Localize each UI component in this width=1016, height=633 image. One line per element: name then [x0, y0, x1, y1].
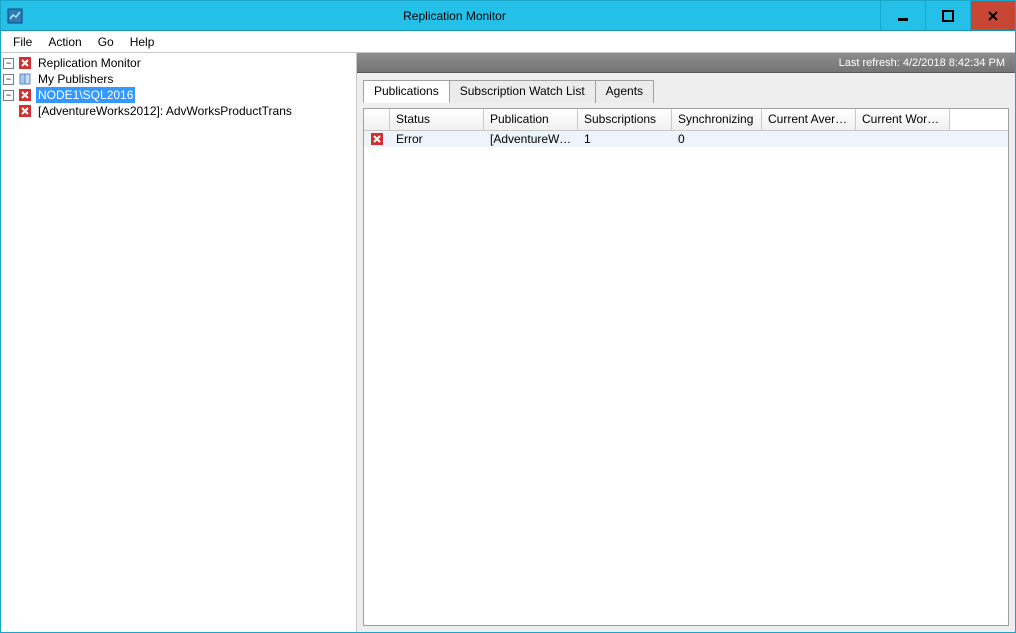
close-button[interactable]: [970, 1, 1015, 30]
tree-node-publication[interactable]: [AdventureWorks2012]: AdvWorksProductTra…: [3, 103, 354, 119]
instance-error-icon: [17, 87, 33, 103]
tabs: Publications Subscription Watch List Age…: [363, 79, 1009, 102]
publication-error-icon: [17, 103, 33, 119]
tree-label-instance: NODE1\SQL2016: [36, 87, 135, 103]
expander-icon[interactable]: −: [3, 90, 14, 101]
column-header-current-average[interactable]: Current Averag...: [762, 109, 856, 130]
tab-agents[interactable]: Agents: [595, 80, 654, 103]
publications-grid: Status Publication Subscriptions Synchro…: [363, 108, 1009, 626]
tree-label-publication: [AdventureWorks2012]: AdvWorksProductTra…: [36, 103, 294, 119]
column-header-synchronizing[interactable]: Synchronizing: [672, 109, 762, 130]
column-header-icon[interactable]: [364, 109, 390, 130]
app-icon: [1, 1, 29, 30]
right-pane: Last refresh: 4/2/2018 8:42:34 PM Public…: [357, 53, 1015, 632]
cell-synchronizing: 0: [672, 132, 762, 146]
maximize-button[interactable]: [925, 1, 970, 30]
tree-node-root[interactable]: − Replication Monitor: [3, 55, 354, 71]
column-header-status[interactable]: Status: [390, 109, 484, 130]
window-buttons: [880, 1, 1015, 30]
last-refresh-bar: Last refresh: 4/2/2018 8:42:34 PM: [357, 53, 1015, 73]
menu-bar: File Action Go Help: [1, 31, 1015, 53]
last-refresh-label: Last refresh: 4/2/2018 8:42:34 PM: [839, 57, 1005, 69]
titlebar: Replication Monitor: [1, 1, 1015, 31]
expander-icon[interactable]: −: [3, 58, 14, 69]
column-header-current-worst[interactable]: Current Worst ...: [856, 109, 950, 130]
expander-icon[interactable]: −: [3, 74, 14, 85]
menu-go[interactable]: Go: [90, 33, 122, 51]
row-status-error-icon: [364, 131, 390, 148]
tree-label-publishers: My Publishers: [36, 71, 115, 87]
tab-publications[interactable]: Publications: [363, 80, 450, 103]
window: Replication Monitor File Action Go Help: [0, 0, 1016, 633]
window-title: Replication Monitor: [29, 1, 880, 30]
cell-subscriptions: 1: [578, 132, 672, 146]
grid-header: Status Publication Subscriptions Synchro…: [364, 109, 1008, 131]
grid-body: Error [AdventureWo... 1 0: [364, 131, 1008, 625]
menu-file[interactable]: File: [5, 33, 40, 51]
cell-status: Error: [390, 132, 484, 146]
table-row[interactable]: Error [AdventureWo... 1 0: [364, 131, 1008, 148]
tree-node-instance[interactable]: − NODE1\SQL2016: [3, 87, 354, 103]
client-area: − Replication Monitor −: [1, 53, 1015, 632]
tree-label-root: Replication Monitor: [36, 55, 143, 71]
tree-pane: − Replication Monitor −: [1, 53, 357, 632]
tree-node-my-publishers[interactable]: − My Publishers: [3, 71, 354, 87]
minimize-button[interactable]: [880, 1, 925, 30]
menu-help[interactable]: Help: [122, 33, 163, 51]
menu-action[interactable]: Action: [40, 33, 89, 51]
tab-subscription-watch-list[interactable]: Subscription Watch List: [449, 80, 596, 103]
publishers-folder-icon: [17, 71, 33, 87]
column-header-subscriptions[interactable]: Subscriptions: [578, 109, 672, 130]
replication-monitor-error-icon: [17, 55, 33, 71]
cell-publication: [AdventureWo...: [484, 132, 578, 146]
tabs-area: Publications Subscription Watch List Age…: [357, 73, 1015, 108]
column-header-publication[interactable]: Publication: [484, 109, 578, 130]
